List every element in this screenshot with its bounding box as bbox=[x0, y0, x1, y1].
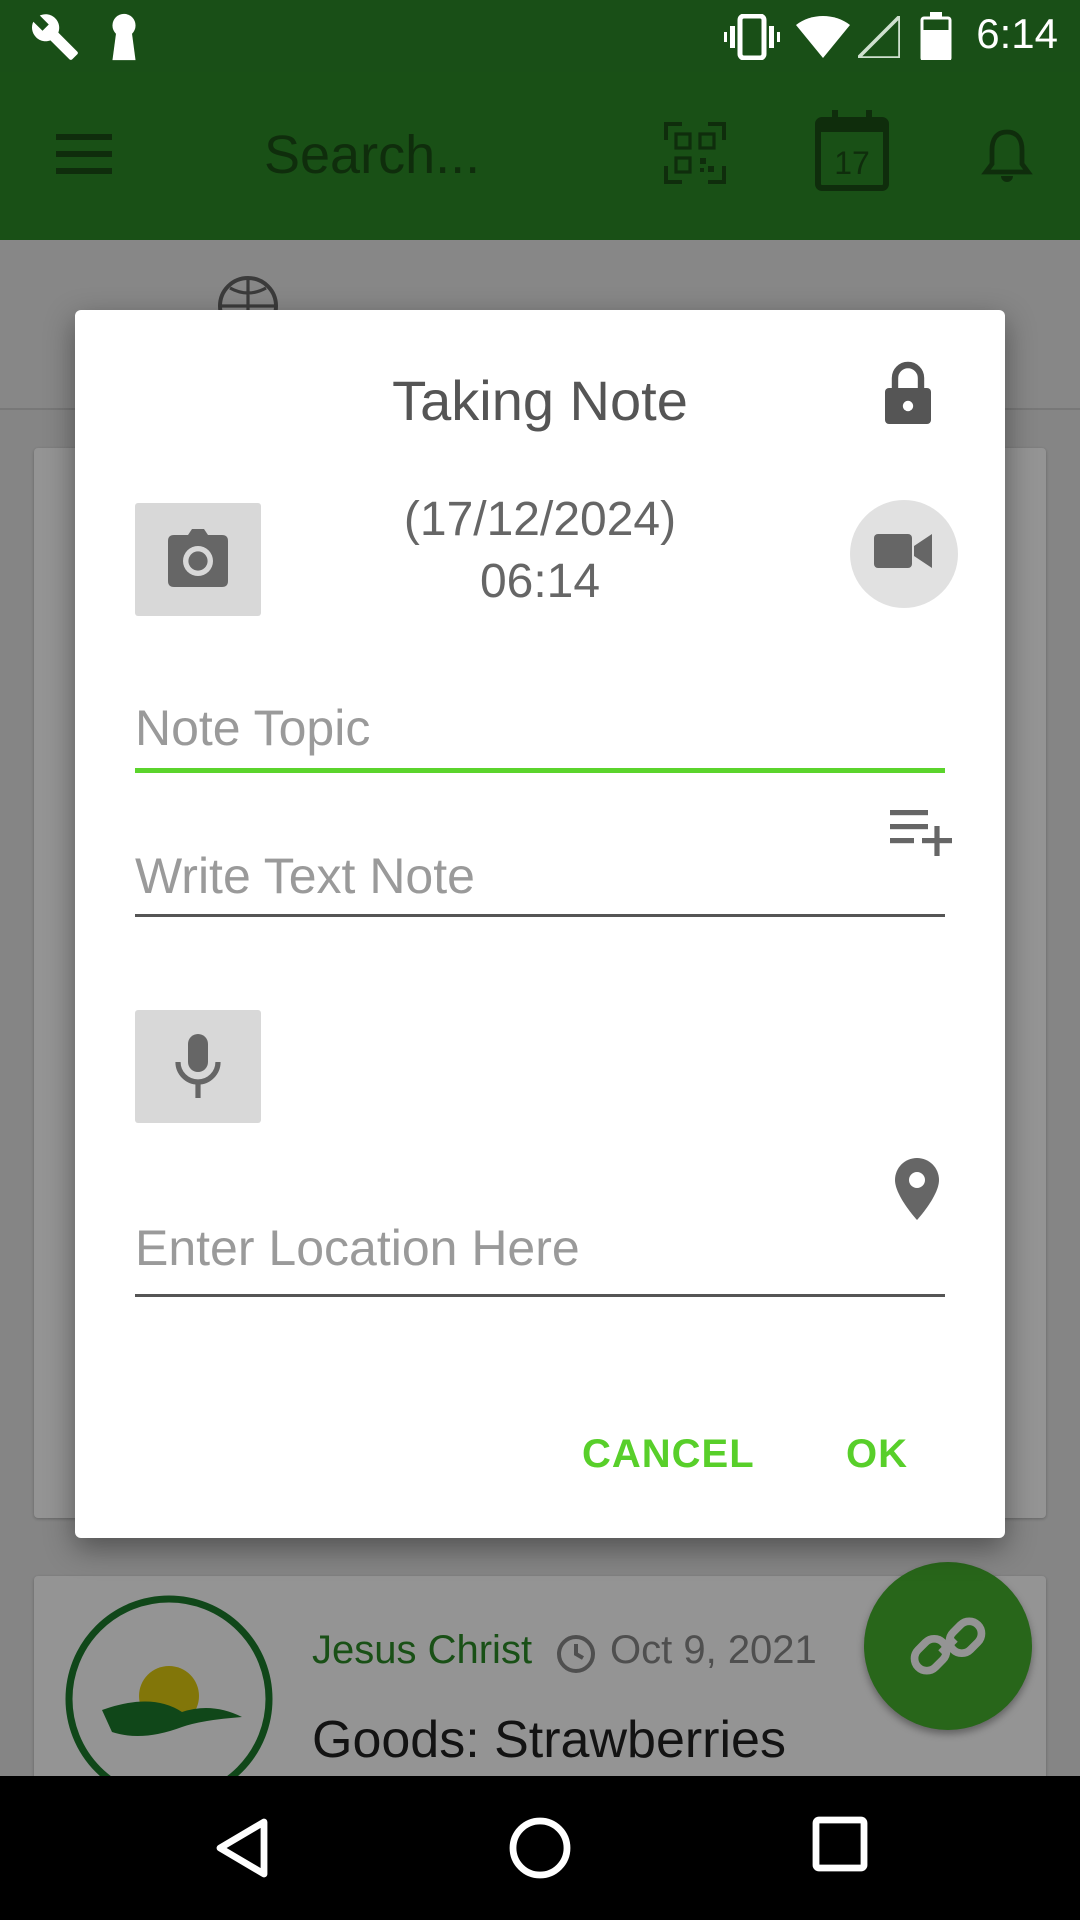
text-note-input[interactable] bbox=[135, 846, 945, 906]
location-pin-icon[interactable] bbox=[895, 1158, 939, 1225]
signal-icon bbox=[853, 11, 902, 63]
wrench-icon bbox=[28, 12, 82, 67]
note-topic-underline bbox=[135, 768, 945, 773]
back-icon[interactable] bbox=[214, 1816, 270, 1885]
video-camera-icon bbox=[874, 534, 932, 568]
vibrate-icon bbox=[724, 13, 780, 65]
text-note-underline bbox=[135, 914, 945, 917]
video-button[interactable] bbox=[850, 500, 958, 608]
status-bar: 6:14 bbox=[0, 0, 1080, 72]
battery-icon bbox=[920, 12, 952, 65]
location-input[interactable] bbox=[135, 1218, 945, 1278]
home-icon[interactable] bbox=[508, 1816, 572, 1885]
status-time: 6:14 bbox=[976, 10, 1058, 57]
ok-button[interactable]: OK bbox=[846, 1432, 908, 1477]
system-nav-bar bbox=[0, 1776, 1080, 1920]
microphone-icon bbox=[175, 1034, 221, 1098]
dialog-title: Taking Note bbox=[392, 369, 688, 432]
location-underline bbox=[135, 1294, 945, 1297]
cancel-button[interactable]: CANCEL bbox=[582, 1432, 755, 1477]
recents-icon[interactable] bbox=[812, 1816, 868, 1877]
wifi-icon bbox=[796, 16, 850, 63]
record-audio-button[interactable] bbox=[135, 1010, 261, 1123]
note-topic-input[interactable] bbox=[135, 698, 945, 758]
keyhole-icon bbox=[108, 12, 140, 67]
taking-note-dialog: Taking Note (17/12/2024) 06:14 CANCEL OK bbox=[75, 310, 1005, 1538]
lock-icon[interactable] bbox=[881, 360, 935, 431]
